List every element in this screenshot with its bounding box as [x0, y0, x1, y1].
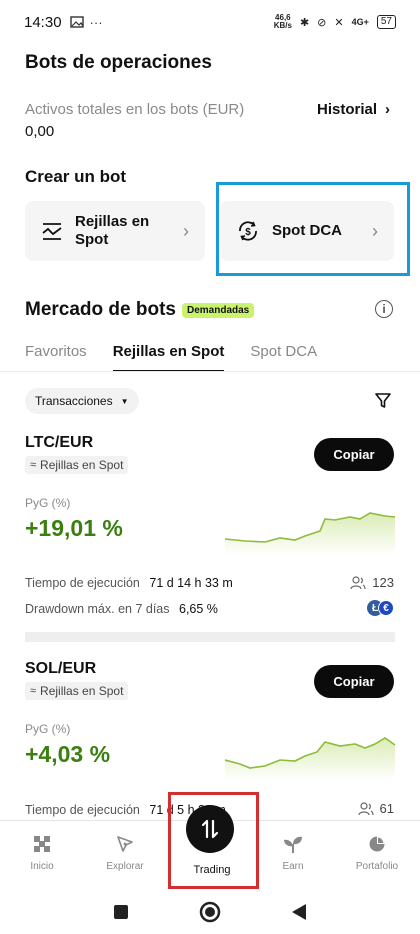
bot-users: 123 [350, 575, 394, 590]
chevron-right-icon: › [183, 220, 189, 241]
assets-label: Activos totales en los bots (EUR) [25, 101, 245, 118]
highlight-box-spot-dca [216, 182, 410, 276]
bot-type-label: Rejillas en Spot [40, 458, 124, 472]
link-icon: ⊘ [317, 16, 327, 29]
card-separator [25, 632, 395, 642]
copy-button[interactable]: Copiar [314, 665, 394, 698]
pnl-sparkline [225, 737, 395, 780]
home-logo-icon [34, 836, 50, 852]
highlight-box-trading [168, 792, 259, 889]
history-link[interactable]: Historial › [317, 101, 390, 118]
page-title: Bots de operaciones [25, 52, 212, 73]
pnl-label: PyG (%) [25, 722, 71, 736]
bot-users: 61 [357, 801, 394, 816]
create-grid-bot-card[interactable]: Rejillas en Spot › [25, 201, 205, 261]
nav-home-label: Inicio [30, 861, 54, 872]
status-time: 14:30 [24, 13, 62, 31]
users-icon [350, 575, 366, 589]
market-title-text: Mercado de bots [25, 299, 176, 320]
pie-chart-icon [369, 836, 385, 852]
back-icon[interactable] [291, 903, 307, 921]
sprout-icon [284, 836, 302, 853]
create-bot-title: Crear un bot [25, 167, 127, 186]
market-title: Mercado de bots Demandadas [25, 299, 255, 321]
home-icon[interactable] [199, 901, 221, 923]
bot-type-label: Rejillas en Spot [40, 684, 124, 698]
caret-down-icon: ▼ [120, 396, 129, 406]
net-speed: 46,6 KB/s [273, 13, 292, 30]
tab-spot-dca[interactable]: Spot DCA [250, 343, 317, 372]
more-dots-icon: ··· [89, 14, 103, 30]
grid-bot-label: Rejillas en Spot [75, 213, 150, 248]
grid-chart-icon: ≈ [30, 685, 37, 697]
pnl-value: +4,03 % [25, 741, 111, 767]
bluetooth-icon: ✱ [299, 16, 310, 29]
bot-pair[interactable]: LTC/EUR [25, 434, 93, 452]
filter-icon[interactable] [374, 392, 392, 410]
bot-type-chip: ≈ Rejillas en Spot [25, 456, 129, 474]
status-notification-icons: ··· [69, 14, 103, 30]
grid-chart-icon: ≈ [30, 459, 37, 471]
users-count: 123 [372, 575, 394, 590]
bot-type-chip: ≈ Rejillas en Spot [25, 682, 129, 700]
info-icon[interactable]: i [375, 300, 393, 318]
users-icon [357, 801, 374, 815]
drawdown-label: Drawdown máx. en 7 días [25, 602, 170, 616]
tab-spot-grid[interactable]: Rejillas en Spot [112, 343, 225, 372]
tabs-divider [0, 371, 420, 372]
eur-coin-icon: € [378, 600, 394, 616]
pnl-value: +19,01 % [25, 515, 123, 541]
signal-icon: 4G+ [351, 17, 369, 27]
copy-button[interactable]: Copiar [314, 438, 394, 471]
battery-icon: 57 [376, 15, 396, 29]
recent-apps-icon[interactable] [113, 904, 129, 920]
assets-value: 0,00 [25, 123, 55, 140]
nav-explore-label: Explorar [106, 861, 144, 872]
mute-icon: ✕ [334, 16, 344, 29]
drawdown-value: 6,65 % [179, 602, 218, 616]
runtime-value: 71 d 14 h 33 m [149, 576, 233, 590]
nav-earn-label: Earn [282, 861, 304, 872]
market-tabs: Favoritos Rejillas en Spot Spot DCA [25, 343, 317, 372]
gallery-icon [69, 16, 84, 28]
runtime-label: Tiempo de ejecución [25, 803, 140, 817]
nav-portfolio[interactable]: Portafolio [342, 833, 412, 872]
status-right: 46,6 KB/s ✱ ⊘ ✕ 4G+ 57 [274, 14, 396, 30]
compass-icon [117, 836, 133, 852]
drawdown-row: Drawdown máx. en 7 días 6,65 % [25, 602, 218, 616]
sort-dropdown-label: Transacciones [35, 394, 113, 408]
pnl-label: PyG (%) [25, 496, 71, 510]
runtime-label: Tiempo de ejecución [25, 576, 140, 590]
chevron-right-icon: › [385, 101, 390, 118]
status-bar: 14:30 ··· 46,6 KB/s ✱ ⊘ ✕ 4G+ 57 [0, 0, 420, 44]
history-label: Historial [316, 101, 377, 118]
nav-earn[interactable]: Earn [258, 833, 328, 872]
bot-pair[interactable]: SOL/EUR [25, 660, 96, 678]
grid-chart-icon [42, 223, 62, 240]
users-count: 61 [379, 801, 394, 816]
system-nav-bar [0, 889, 420, 934]
nav-portfolio-label: Portafolio [355, 861, 399, 872]
demand-badge: Demandadas [181, 302, 255, 318]
nav-home[interactable]: Inicio [7, 833, 77, 872]
tab-favorites[interactable]: Favoritos [25, 343, 87, 372]
nav-explore[interactable]: Explorar [90, 833, 160, 872]
pair-coins: Ł € [367, 600, 394, 616]
sort-dropdown[interactable]: Transacciones ▼ [25, 388, 139, 414]
pnl-sparkline [225, 512, 395, 555]
runtime-row: Tiempo de ejecución 71 d 14 h 33 m [25, 576, 233, 590]
